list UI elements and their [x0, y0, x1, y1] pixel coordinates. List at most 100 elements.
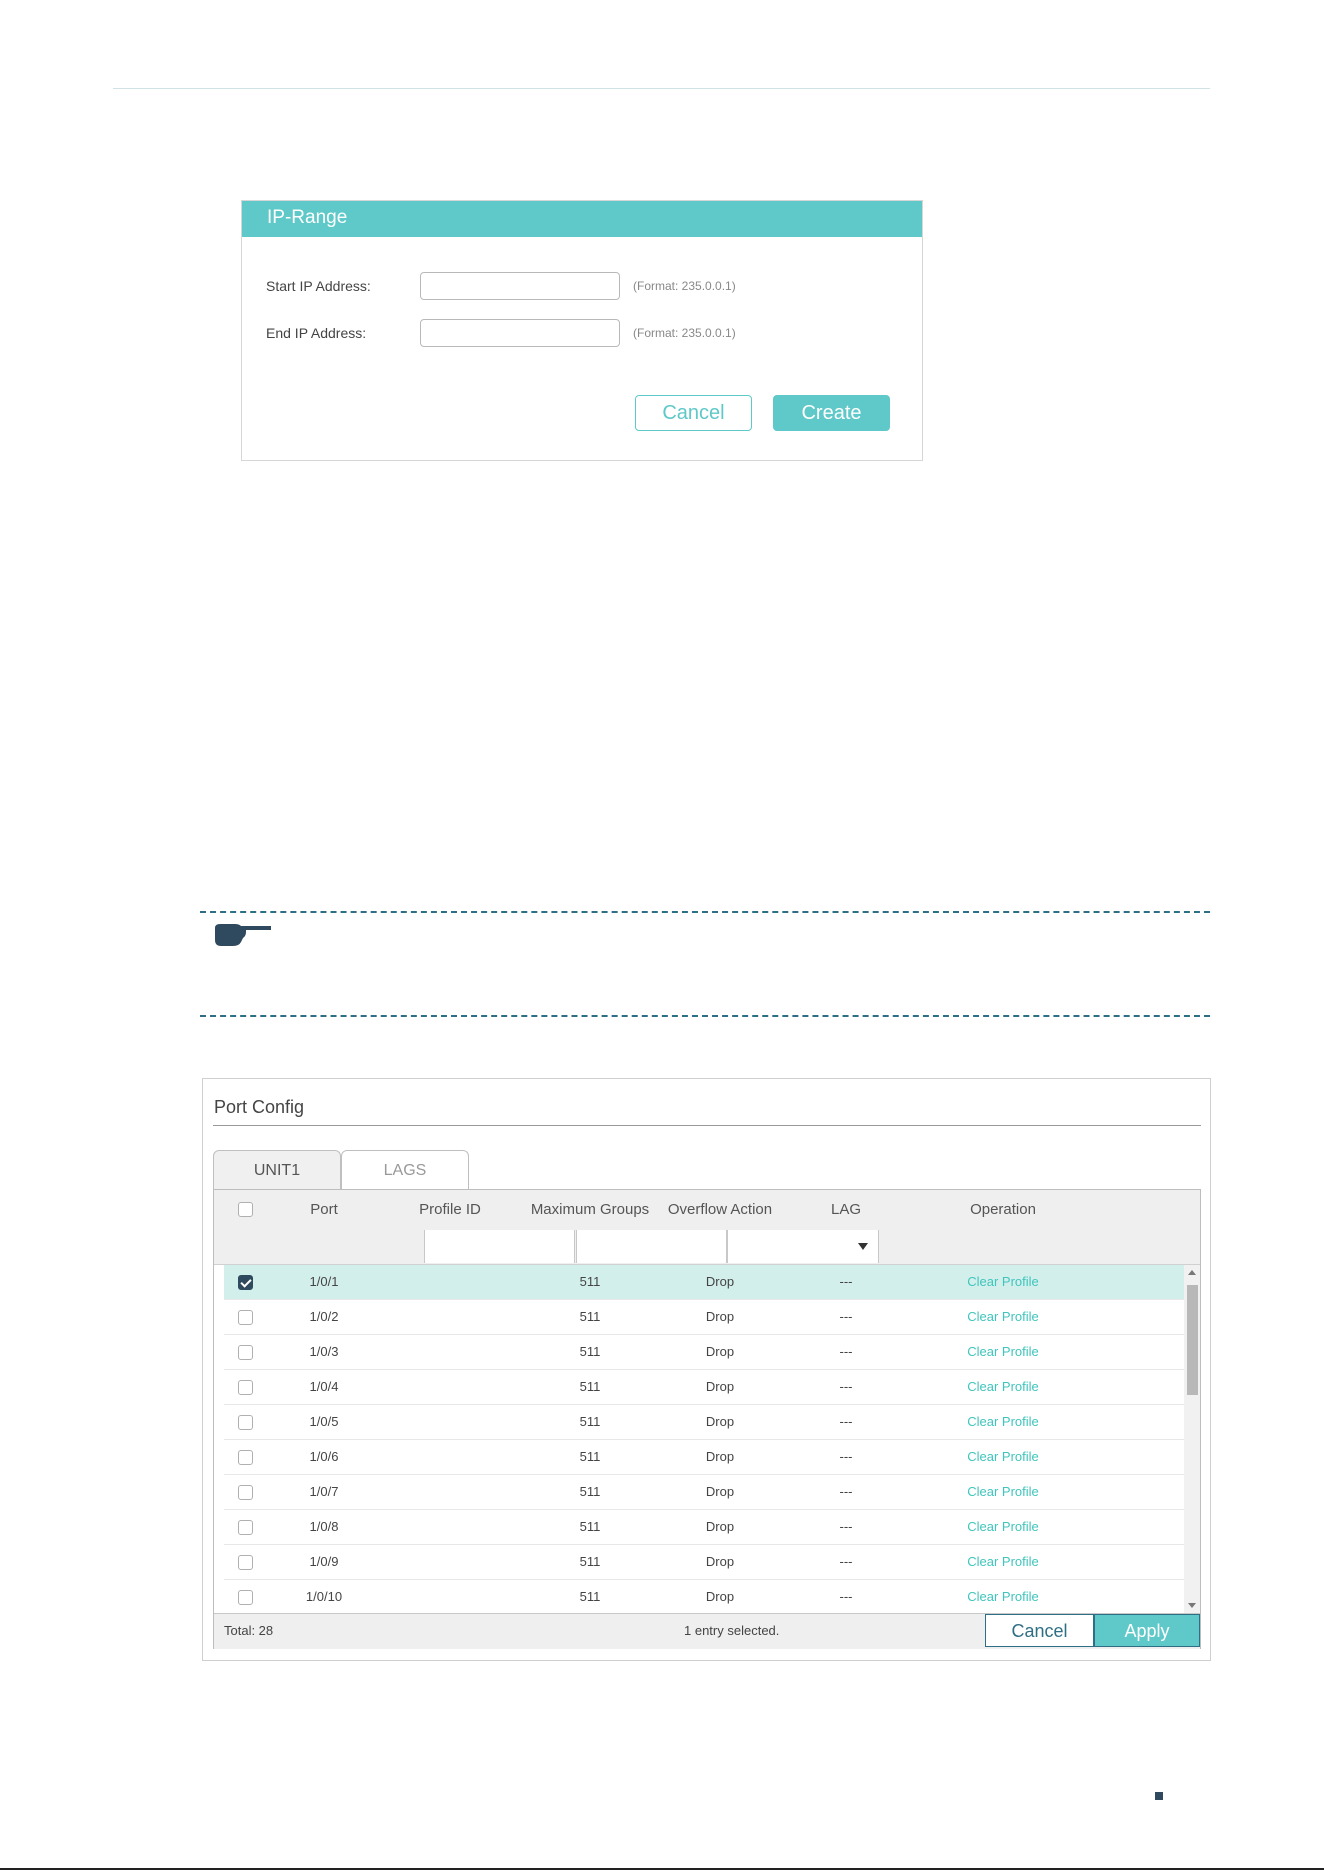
ip-range-create-button[interactable]: Create: [773, 395, 890, 431]
start-ip-input[interactable]: [420, 272, 620, 300]
row-checkbox[interactable]: [238, 1345, 253, 1360]
table-row[interactable]: 1/0/10 511 Drop --- Clear Profile: [224, 1580, 1184, 1613]
total-count: Total: 28: [224, 1623, 274, 1638]
scroll-down-icon[interactable]: [1188, 1603, 1196, 1608]
table-row[interactable]: 1/0/8 511 Drop --- Clear Profile: [224, 1510, 1184, 1545]
profile-id-filter-input[interactable]: [424, 1230, 575, 1263]
cell-lag: ---: [839, 1554, 853, 1569]
apply-button[interactable]: Apply: [1094, 1614, 1200, 1647]
port-table: Port Profile ID Maximum Groups Overflow …: [213, 1189, 1201, 1649]
start-ip-row: Start IP Address: (Format: 235.0.0.1): [266, 271, 736, 301]
note-top-divider: [200, 911, 1210, 913]
scroll-up-icon[interactable]: [1188, 1270, 1196, 1275]
cell-port: 1/0/8: [309, 1519, 339, 1534]
scroll-thumb[interactable]: [1187, 1285, 1198, 1395]
cell-port: 1/0/3: [309, 1344, 339, 1359]
header-overflow-action: Overflow Action: [667, 1201, 773, 1218]
table-row[interactable]: 1/0/6 511 Drop --- Clear Profile: [224, 1440, 1184, 1475]
clear-profile-link[interactable]: Clear Profile: [933, 1370, 1073, 1404]
table-row[interactable]: 1/0/2 511 Drop --- Clear Profile: [224, 1300, 1184, 1335]
chevron-down-icon: [858, 1243, 868, 1250]
port-config-title: Port Config: [214, 1097, 305, 1117]
max-groups-filter-input[interactable]: [576, 1230, 727, 1263]
select-all-checkbox[interactable]: [238, 1202, 253, 1217]
clear-profile-link[interactable]: Clear Profile: [933, 1335, 1073, 1369]
row-checkbox[interactable]: [238, 1555, 253, 1570]
overflow-action-filter-select[interactable]: [727, 1230, 879, 1263]
cell-profile-id: [400, 1510, 500, 1544]
end-ip-input[interactable]: [420, 319, 620, 347]
table-row[interactable]: 1/0/9 511 Drop --- Clear Profile: [224, 1545, 1184, 1580]
top-rule: [113, 88, 1210, 89]
note-bottom-divider: [200, 1015, 1210, 1017]
cell-profile-id: [400, 1545, 500, 1579]
cell-port: 1/0/2: [309, 1309, 339, 1324]
table-row[interactable]: 1/0/3 511 Drop --- Clear Profile: [224, 1335, 1184, 1370]
cell-overflow-action: Drop: [705, 1309, 735, 1324]
clear-profile-link[interactable]: Clear Profile: [933, 1580, 1073, 1613]
selection-status: 1 entry selected.: [684, 1623, 780, 1638]
row-checkbox[interactable]: [238, 1275, 253, 1290]
ip-range-cancel-button[interactable]: Cancel: [635, 395, 752, 431]
header-operation: Operation: [970, 1201, 1036, 1218]
cell-profile-id: [400, 1265, 500, 1299]
cell-max-groups: 511: [579, 1519, 601, 1534]
cell-overflow-action: Drop: [705, 1414, 735, 1429]
cell-lag: ---: [839, 1589, 853, 1604]
cell-profile-id: [400, 1475, 500, 1509]
cell-max-groups: 511: [579, 1554, 601, 1569]
clear-profile-link[interactable]: Clear Profile: [933, 1405, 1073, 1439]
row-checkbox[interactable]: [238, 1415, 253, 1430]
table-row[interactable]: 1/0/5 511 Drop --- Clear Profile: [224, 1405, 1184, 1440]
table-scrollbar[interactable]: [1184, 1265, 1200, 1613]
cell-lag: ---: [839, 1484, 853, 1499]
cancel-button[interactable]: Cancel: [985, 1614, 1094, 1647]
header-profile-id: Profile ID: [419, 1201, 481, 1218]
start-ip-label: Start IP Address:: [266, 278, 371, 294]
table-footer: Total: 28 1 entry selected. Cancel Apply: [214, 1613, 1200, 1649]
clear-profile-link[interactable]: Clear Profile: [933, 1440, 1073, 1474]
clear-profile-link[interactable]: Clear Profile: [933, 1265, 1073, 1299]
cell-profile-id: [400, 1300, 500, 1334]
cell-port: 1/0/10: [305, 1589, 343, 1604]
cell-lag: ---: [839, 1519, 853, 1534]
end-ip-label: End IP Address:: [266, 325, 367, 341]
table-body: 1/0/1 511 Drop --- Clear Profile 1/0/2 5…: [214, 1265, 1184, 1613]
cell-lag: ---: [839, 1309, 853, 1324]
row-checkbox[interactable]: [238, 1520, 253, 1535]
row-checkbox[interactable]: [238, 1590, 253, 1605]
header-port: Port: [310, 1201, 338, 1218]
ip-range-title: IP-Range: [242, 201, 922, 237]
clear-profile-link[interactable]: Clear Profile: [933, 1545, 1073, 1579]
cell-max-groups: 511: [579, 1589, 601, 1604]
table-header: Port Profile ID Maximum Groups Overflow …: [214, 1190, 1200, 1231]
table-row[interactable]: 1/0/1 511 Drop --- Clear Profile: [224, 1265, 1184, 1300]
end-ip-row: End IP Address: (Format: 235.0.0.1): [266, 318, 736, 348]
header-maximum-groups: Maximum Groups: [530, 1201, 650, 1218]
cell-max-groups: 511: [579, 1449, 601, 1464]
cell-lag: ---: [839, 1449, 853, 1464]
row-checkbox[interactable]: [238, 1310, 253, 1325]
cell-overflow-action: Drop: [705, 1589, 735, 1604]
cell-max-groups: 511: [579, 1309, 601, 1324]
cell-profile-id: [400, 1580, 500, 1613]
cell-port: 1/0/5: [309, 1414, 339, 1429]
clear-profile-link[interactable]: Clear Profile: [933, 1475, 1073, 1509]
table-row[interactable]: 1/0/7 511 Drop --- Clear Profile: [224, 1475, 1184, 1510]
tab-unit1[interactable]: UNIT1: [213, 1150, 341, 1190]
cell-lag: ---: [839, 1414, 853, 1429]
cell-lag: ---: [839, 1379, 853, 1394]
tab-lags[interactable]: LAGS: [341, 1150, 469, 1190]
cell-max-groups: 511: [579, 1274, 601, 1289]
cell-port: 1/0/9: [309, 1554, 339, 1569]
table-row[interactable]: 1/0/4 511 Drop --- Clear Profile: [224, 1370, 1184, 1405]
clear-profile-link[interactable]: Clear Profile: [933, 1300, 1073, 1334]
cell-profile-id: [400, 1405, 500, 1439]
clear-profile-link[interactable]: Clear Profile: [933, 1510, 1073, 1544]
row-checkbox[interactable]: [238, 1485, 253, 1500]
row-checkbox[interactable]: [238, 1380, 253, 1395]
row-checkbox[interactable]: [238, 1450, 253, 1465]
cell-max-groups: 511: [579, 1379, 601, 1394]
cell-port: 1/0/1: [309, 1274, 339, 1289]
filter-row: [214, 1230, 1200, 1265]
